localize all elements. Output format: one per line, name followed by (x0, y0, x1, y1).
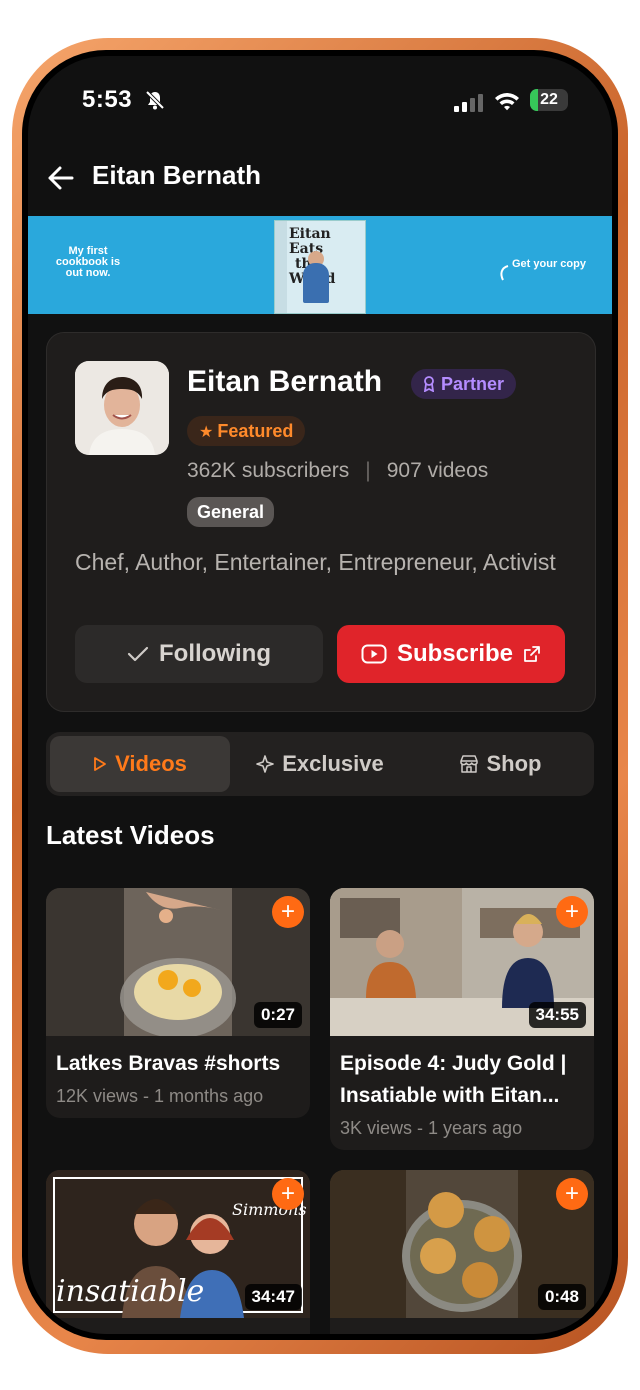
video-card[interactable]: + 0:27 Latkes Bravas #shorts 12K views -… (46, 888, 310, 1118)
partner-badge: Partner (411, 369, 517, 399)
youtube-icon (361, 644, 387, 664)
show-logo-text: insatiable (56, 1274, 205, 1309)
tab-videos-label: Videos (115, 751, 187, 776)
video-thumbnail[interactable]: + 34:55 (330, 888, 594, 1036)
video-duration: 0:27 (253, 1002, 302, 1028)
category-badge: General (187, 497, 275, 527)
banner-tagline: My first cookbook is out now. (55, 245, 121, 279)
cookbook-cover-image: Eitan Eatsthe World (274, 220, 366, 314)
featured-badge: ★ Featured (187, 416, 306, 446)
video-duration: 0:48 (537, 1284, 586, 1310)
video-title[interactable]: Latkes Bravas #shorts (46, 1036, 310, 1080)
battery-percent: 22 (540, 91, 558, 108)
video-card[interactable]: insatiable Simmons + 34:47 (46, 1170, 310, 1334)
app-screen: 5:53 22 Eitan Bernath My first cookbook … (28, 56, 612, 1334)
wifi-icon (495, 93, 519, 111)
channel-card: Eitan Bernath Partner ★ Featured 362K sub… (46, 332, 596, 712)
following-button[interactable]: Following (75, 625, 323, 683)
video-count: 907 videos (386, 459, 489, 482)
video-duration: 34:55 (528, 1002, 586, 1028)
section-title: Latest Videos (46, 820, 215, 850)
video-meta: 3K views - 1 years ago (340, 1118, 523, 1138)
video-card[interactable]: + 0:48 (330, 1170, 594, 1334)
tab-videos[interactable]: Videos (50, 736, 230, 792)
tab-shop[interactable]: Shop (410, 736, 590, 792)
add-to-list-icon[interactable]: + (556, 896, 588, 928)
channel-tabs: Videos Exclusive Shop (46, 732, 594, 796)
external-link-icon (524, 646, 540, 662)
tab-shop-label: Shop (486, 751, 542, 776)
sparkle-icon (256, 755, 275, 773)
channel-avatar (75, 361, 169, 455)
cellular-signal-icon (454, 94, 483, 112)
banner-cta: Get your copy (512, 258, 586, 270)
channel-stats: 362K subscribers | 907 videos (187, 459, 488, 483)
video-thumbnail[interactable]: + 0:48 (330, 1170, 594, 1318)
video-meta: 12K views - 1 months ago (56, 1086, 264, 1106)
silent-bell-icon (145, 90, 165, 110)
add-to-list-icon[interactable]: + (556, 1178, 588, 1210)
video-title[interactable]: Episode 4: Judy Gold | Insatiable with E… (330, 1036, 594, 1112)
video-duration: 34:47 (244, 1284, 302, 1310)
video-thumbnail[interactable]: + 0:27 (46, 888, 310, 1036)
add-to-list-icon[interactable]: + (272, 896, 304, 928)
subscribe-label: Subscribe (396, 640, 514, 667)
featured-label: Featured (217, 421, 294, 441)
stats-separator: | (365, 459, 371, 482)
tab-exclusive[interactable]: Exclusive (234, 736, 406, 792)
channel-name: Eitan Bernath (187, 365, 383, 398)
cookbook-banner[interactable]: My first cookbook is out now. Eitan Eats… (28, 216, 612, 314)
award-icon (423, 376, 435, 393)
back-arrow-icon[interactable] (46, 164, 76, 192)
video-card[interactable]: + 34:55 Episode 4: Judy Gold | Insatiabl… (330, 888, 594, 1150)
tab-exclusive-label: Exclusive (282, 751, 384, 776)
curved-arrow-icon (500, 265, 509, 281)
play-icon (94, 757, 107, 771)
checkmark-icon (127, 646, 149, 662)
video-thumbnail[interactable]: insatiable Simmons + 34:47 (46, 1170, 310, 1318)
subscribe-button[interactable]: Subscribe (337, 625, 565, 683)
partner-label: Partner (441, 374, 505, 394)
page-title: Eitan Bernath (92, 160, 262, 190)
channel-bio: Chef, Author, Entertainer, Entrepreneur,… (75, 549, 556, 575)
top-navigation: Eitan Bernath (28, 156, 612, 200)
add-to-list-icon[interactable]: + (272, 1178, 304, 1210)
following-label: Following (159, 640, 271, 667)
status-bar: 5:53 22 (28, 56, 612, 146)
battery-icon: 22 (530, 89, 568, 111)
status-time: 5:53 (82, 86, 133, 113)
star-icon: ★ (199, 424, 214, 441)
store-icon (459, 755, 478, 773)
subscriber-count: 362K subscribers (187, 459, 350, 482)
